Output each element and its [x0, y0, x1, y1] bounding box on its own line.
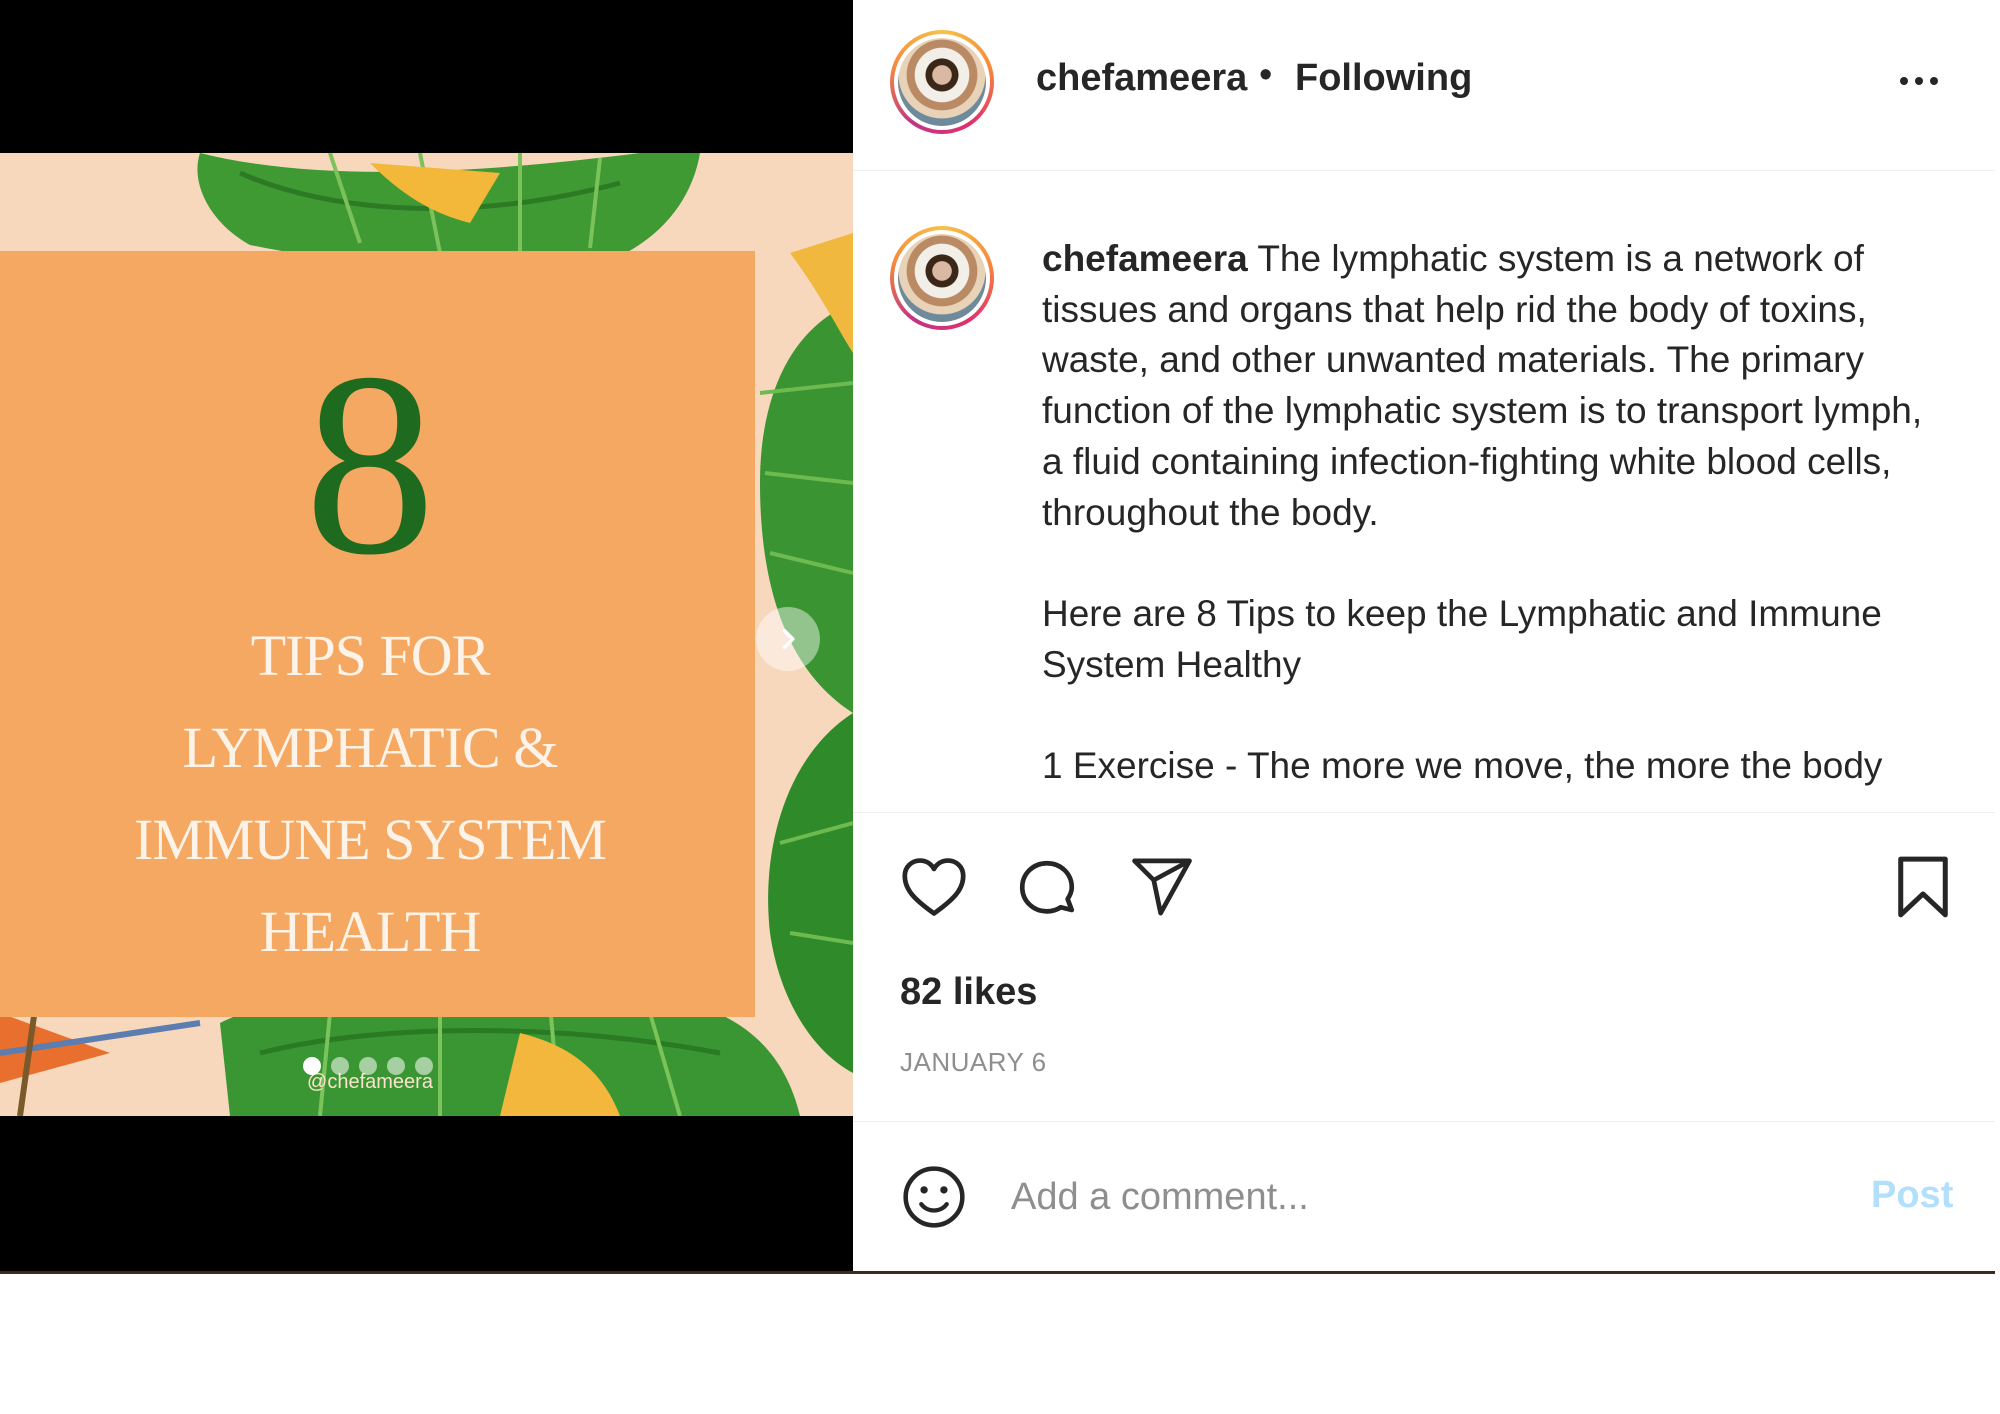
likes-count[interactable]: 82 likes	[900, 971, 1037, 1014]
caption-username[interactable]: chefameera	[1042, 238, 1248, 279]
share-icon	[1132, 858, 1192, 916]
post-date[interactable]: JANUARY 6	[900, 1047, 1047, 1078]
title-card-line-2: LYMPHATIC &	[182, 715, 559, 780]
post-header: chefameera • Following	[853, 0, 1995, 171]
avatar-photo	[898, 38, 986, 126]
emoji-icon	[903, 1166, 965, 1228]
carousel-indicator	[303, 1057, 433, 1075]
caption-tips-heading: Here are 8 Tips to keep the Lymphatic an…	[1042, 592, 1882, 685]
carousel-dot	[387, 1057, 405, 1075]
header-separator: •	[1259, 54, 1273, 96]
title-card-number: 8	[304, 319, 436, 609]
comment-icon	[1019, 860, 1075, 914]
next-slide-button[interactable]	[756, 607, 820, 671]
title-card-line-1: TIPS FOR	[250, 623, 491, 688]
title-card: 8 TIPS FOR LYMPHATIC & IMMUNE SYSTEM HEA…	[0, 251, 755, 1093]
caption-intro: The lymphatic system is a network of tis…	[1042, 238, 1923, 533]
carousel-dot	[303, 1057, 321, 1075]
bookmark-icon	[1898, 856, 1948, 918]
avatar-photo	[898, 234, 986, 322]
comment-button[interactable]	[1014, 855, 1080, 926]
post-details-panel: chefameera • Following chefameera The ly…	[853, 0, 1995, 1271]
post-actions: 82 likes JANUARY 6	[853, 812, 1995, 1113]
like-button[interactable]	[900, 855, 968, 924]
carousel-slide: 8 TIPS FOR LYMPHATIC & IMMUNE SYSTEM HEA…	[0, 153, 853, 1116]
post-comment-button[interactable]: Post	[1871, 1174, 1953, 1217]
caption-scroll-area[interactable]: chefameera The lymphatic system is a net…	[853, 171, 1995, 811]
following-button[interactable]: Following	[1295, 57, 1472, 100]
save-button[interactable]	[1895, 855, 1951, 924]
share-button[interactable]	[1129, 855, 1195, 924]
more-options-button[interactable]	[1889, 56, 1949, 106]
avatar[interactable]	[890, 30, 994, 134]
carousel-dot	[359, 1057, 377, 1075]
emoji-button[interactable]	[900, 1163, 968, 1236]
caption: chefameera The lymphatic system is a net…	[1042, 234, 1942, 792]
heart-icon	[902, 858, 966, 916]
more-horizontal-icon	[1900, 77, 1908, 85]
carousel-dot	[415, 1057, 433, 1075]
caption-avatar[interactable]	[890, 226, 994, 330]
carousel-dot	[331, 1057, 349, 1075]
title-card-line-3: IMMUNE SYSTEM	[134, 807, 607, 872]
header-username[interactable]: chefameera	[1036, 57, 1247, 100]
title-card-line-4: HEALTH	[259, 899, 482, 964]
comment-bar: Post	[853, 1121, 1995, 1271]
caption-tip-1: 1 Exercise - The more we move, the more …	[1042, 745, 1883, 786]
chevron-right-icon	[782, 628, 795, 650]
post-modal: 8 TIPS FOR LYMPHATIC & IMMUNE SYSTEM HEA…	[0, 0, 1995, 1274]
post-media: 8 TIPS FOR LYMPHATIC & IMMUNE SYSTEM HEA…	[0, 0, 853, 1271]
comment-input[interactable]	[1011, 1172, 1801, 1222]
